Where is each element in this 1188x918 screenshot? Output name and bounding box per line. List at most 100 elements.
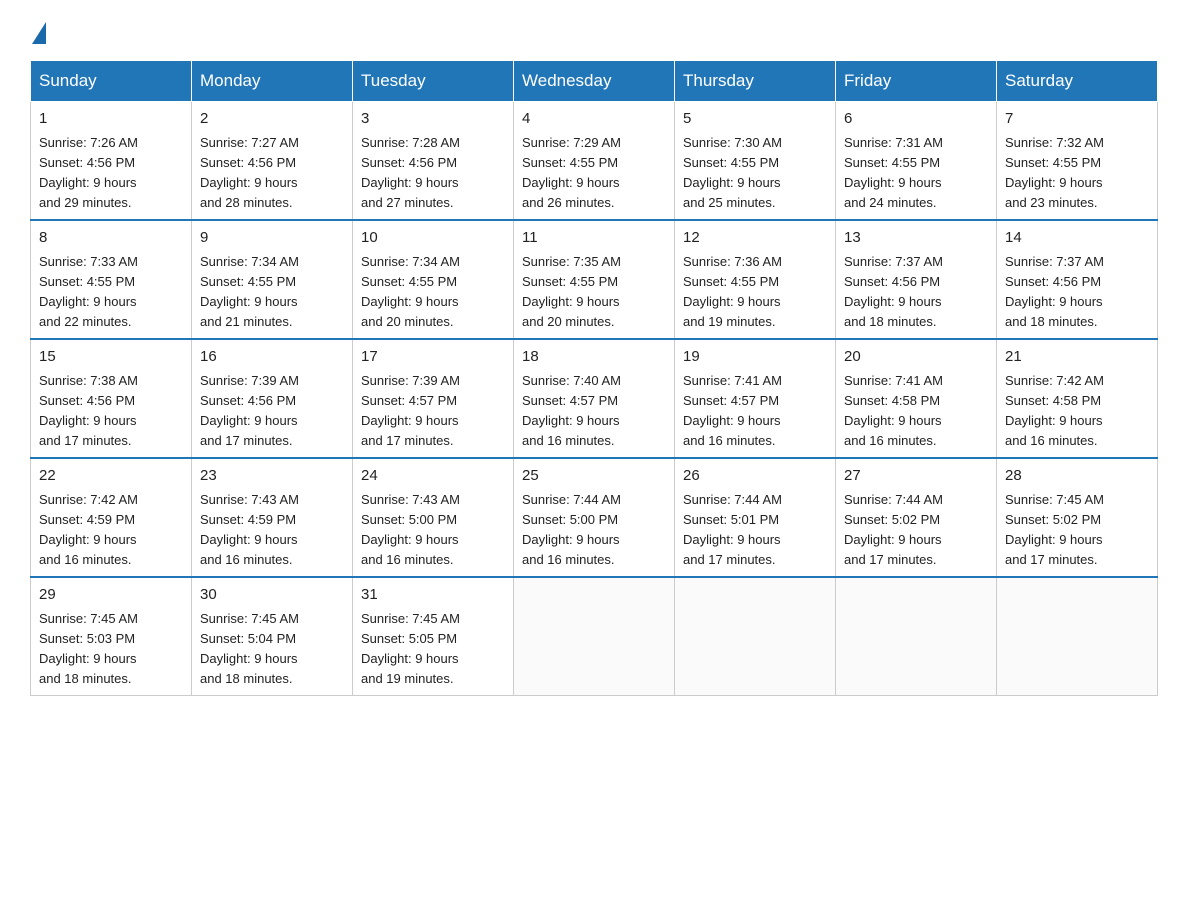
calendar-day-cell: 25Sunrise: 7:44 AMSunset: 5:00 PMDayligh… (514, 458, 675, 577)
day-number: 19 (683, 346, 827, 369)
day-number: 1 (39, 108, 183, 131)
day-sun-info: Sunrise: 7:27 AMSunset: 4:56 PMDaylight:… (200, 133, 344, 214)
day-number: 5 (683, 108, 827, 131)
day-number: 18 (522, 346, 666, 369)
calendar-body: 1Sunrise: 7:26 AMSunset: 4:56 PMDaylight… (31, 102, 1158, 696)
page-header (30, 20, 1158, 44)
day-sun-info: Sunrise: 7:36 AMSunset: 4:55 PMDaylight:… (683, 252, 827, 333)
day-sun-info: Sunrise: 7:28 AMSunset: 4:56 PMDaylight:… (361, 133, 505, 214)
calendar-day-cell: 11Sunrise: 7:35 AMSunset: 4:55 PMDayligh… (514, 220, 675, 339)
day-number: 30 (200, 584, 344, 607)
day-number: 16 (200, 346, 344, 369)
day-sun-info: Sunrise: 7:34 AMSunset: 4:55 PMDaylight:… (200, 252, 344, 333)
day-number: 27 (844, 465, 988, 488)
day-of-week-header: Sunday (31, 61, 192, 102)
day-sun-info: Sunrise: 7:45 AMSunset: 5:02 PMDaylight:… (1005, 490, 1149, 571)
calendar-day-cell: 10Sunrise: 7:34 AMSunset: 4:55 PMDayligh… (353, 220, 514, 339)
day-sun-info: Sunrise: 7:42 AMSunset: 4:59 PMDaylight:… (39, 490, 183, 571)
day-sun-info: Sunrise: 7:44 AMSunset: 5:01 PMDaylight:… (683, 490, 827, 571)
day-sun-info: Sunrise: 7:40 AMSunset: 4:57 PMDaylight:… (522, 371, 666, 452)
day-number: 15 (39, 346, 183, 369)
calendar-day-cell: 23Sunrise: 7:43 AMSunset: 4:59 PMDayligh… (192, 458, 353, 577)
day-number: 31 (361, 584, 505, 607)
calendar-day-cell: 2Sunrise: 7:27 AMSunset: 4:56 PMDaylight… (192, 102, 353, 221)
day-sun-info: Sunrise: 7:31 AMSunset: 4:55 PMDaylight:… (844, 133, 988, 214)
day-number: 21 (1005, 346, 1149, 369)
day-of-week-header: Saturday (997, 61, 1158, 102)
day-number: 13 (844, 227, 988, 250)
calendar-day-cell: 19Sunrise: 7:41 AMSunset: 4:57 PMDayligh… (675, 339, 836, 458)
day-sun-info: Sunrise: 7:45 AMSunset: 5:04 PMDaylight:… (200, 609, 344, 690)
day-number: 29 (39, 584, 183, 607)
day-number: 9 (200, 227, 344, 250)
day-sun-info: Sunrise: 7:39 AMSunset: 4:57 PMDaylight:… (361, 371, 505, 452)
day-number: 24 (361, 465, 505, 488)
calendar-day-cell: 26Sunrise: 7:44 AMSunset: 5:01 PMDayligh… (675, 458, 836, 577)
day-of-week-header: Monday (192, 61, 353, 102)
logo (30, 20, 46, 44)
calendar-day-cell: 31Sunrise: 7:45 AMSunset: 5:05 PMDayligh… (353, 577, 514, 696)
day-number: 12 (683, 227, 827, 250)
day-number: 4 (522, 108, 666, 131)
calendar-day-cell: 8Sunrise: 7:33 AMSunset: 4:55 PMDaylight… (31, 220, 192, 339)
day-of-week-header: Friday (836, 61, 997, 102)
day-sun-info: Sunrise: 7:41 AMSunset: 4:57 PMDaylight:… (683, 371, 827, 452)
calendar-week-row: 1Sunrise: 7:26 AMSunset: 4:56 PMDaylight… (31, 102, 1158, 221)
day-number: 3 (361, 108, 505, 131)
day-sun-info: Sunrise: 7:45 AMSunset: 5:05 PMDaylight:… (361, 609, 505, 690)
day-sun-info: Sunrise: 7:45 AMSunset: 5:03 PMDaylight:… (39, 609, 183, 690)
calendar-week-row: 15Sunrise: 7:38 AMSunset: 4:56 PMDayligh… (31, 339, 1158, 458)
calendar-day-cell: 3Sunrise: 7:28 AMSunset: 4:56 PMDaylight… (353, 102, 514, 221)
day-sun-info: Sunrise: 7:44 AMSunset: 5:00 PMDaylight:… (522, 490, 666, 571)
day-number: 23 (200, 465, 344, 488)
day-sun-info: Sunrise: 7:37 AMSunset: 4:56 PMDaylight:… (1005, 252, 1149, 333)
calendar-day-cell: 15Sunrise: 7:38 AMSunset: 4:56 PMDayligh… (31, 339, 192, 458)
calendar-day-cell (997, 577, 1158, 696)
day-number: 26 (683, 465, 827, 488)
calendar-day-cell: 20Sunrise: 7:41 AMSunset: 4:58 PMDayligh… (836, 339, 997, 458)
day-sun-info: Sunrise: 7:30 AMSunset: 4:55 PMDaylight:… (683, 133, 827, 214)
day-number: 17 (361, 346, 505, 369)
day-of-week-header: Tuesday (353, 61, 514, 102)
day-sun-info: Sunrise: 7:29 AMSunset: 4:55 PMDaylight:… (522, 133, 666, 214)
calendar-day-cell: 12Sunrise: 7:36 AMSunset: 4:55 PMDayligh… (675, 220, 836, 339)
day-sun-info: Sunrise: 7:43 AMSunset: 5:00 PMDaylight:… (361, 490, 505, 571)
calendar-day-cell: 22Sunrise: 7:42 AMSunset: 4:59 PMDayligh… (31, 458, 192, 577)
calendar-week-row: 29Sunrise: 7:45 AMSunset: 5:03 PMDayligh… (31, 577, 1158, 696)
calendar-day-cell: 18Sunrise: 7:40 AMSunset: 4:57 PMDayligh… (514, 339, 675, 458)
day-sun-info: Sunrise: 7:33 AMSunset: 4:55 PMDaylight:… (39, 252, 183, 333)
day-of-week-header: Wednesday (514, 61, 675, 102)
day-sun-info: Sunrise: 7:34 AMSunset: 4:55 PMDaylight:… (361, 252, 505, 333)
calendar-day-cell (514, 577, 675, 696)
day-sun-info: Sunrise: 7:38 AMSunset: 4:56 PMDaylight:… (39, 371, 183, 452)
calendar-day-cell: 1Sunrise: 7:26 AMSunset: 4:56 PMDaylight… (31, 102, 192, 221)
calendar-day-cell: 17Sunrise: 7:39 AMSunset: 4:57 PMDayligh… (353, 339, 514, 458)
day-sun-info: Sunrise: 7:26 AMSunset: 4:56 PMDaylight:… (39, 133, 183, 214)
calendar-day-cell: 4Sunrise: 7:29 AMSunset: 4:55 PMDaylight… (514, 102, 675, 221)
day-sun-info: Sunrise: 7:42 AMSunset: 4:58 PMDaylight:… (1005, 371, 1149, 452)
day-number: 20 (844, 346, 988, 369)
day-sun-info: Sunrise: 7:41 AMSunset: 4:58 PMDaylight:… (844, 371, 988, 452)
calendar-day-cell: 24Sunrise: 7:43 AMSunset: 5:00 PMDayligh… (353, 458, 514, 577)
day-sun-info: Sunrise: 7:43 AMSunset: 4:59 PMDaylight:… (200, 490, 344, 571)
day-number: 28 (1005, 465, 1149, 488)
calendar-day-cell: 16Sunrise: 7:39 AMSunset: 4:56 PMDayligh… (192, 339, 353, 458)
day-sun-info: Sunrise: 7:37 AMSunset: 4:56 PMDaylight:… (844, 252, 988, 333)
calendar-table: SundayMondayTuesdayWednesdayThursdayFrid… (30, 60, 1158, 696)
day-sun-info: Sunrise: 7:44 AMSunset: 5:02 PMDaylight:… (844, 490, 988, 571)
calendar-week-row: 8Sunrise: 7:33 AMSunset: 4:55 PMDaylight… (31, 220, 1158, 339)
calendar-day-cell: 6Sunrise: 7:31 AMSunset: 4:55 PMDaylight… (836, 102, 997, 221)
calendar-day-cell: 5Sunrise: 7:30 AMSunset: 4:55 PMDaylight… (675, 102, 836, 221)
calendar-day-cell (836, 577, 997, 696)
day-number: 2 (200, 108, 344, 131)
calendar-day-cell: 7Sunrise: 7:32 AMSunset: 4:55 PMDaylight… (997, 102, 1158, 221)
day-header-row: SundayMondayTuesdayWednesdayThursdayFrid… (31, 61, 1158, 102)
day-number: 11 (522, 227, 666, 250)
day-number: 6 (844, 108, 988, 131)
day-number: 25 (522, 465, 666, 488)
calendar-header: SundayMondayTuesdayWednesdayThursdayFrid… (31, 61, 1158, 102)
day-number: 8 (39, 227, 183, 250)
day-of-week-header: Thursday (675, 61, 836, 102)
calendar-day-cell: 29Sunrise: 7:45 AMSunset: 5:03 PMDayligh… (31, 577, 192, 696)
calendar-day-cell: 28Sunrise: 7:45 AMSunset: 5:02 PMDayligh… (997, 458, 1158, 577)
